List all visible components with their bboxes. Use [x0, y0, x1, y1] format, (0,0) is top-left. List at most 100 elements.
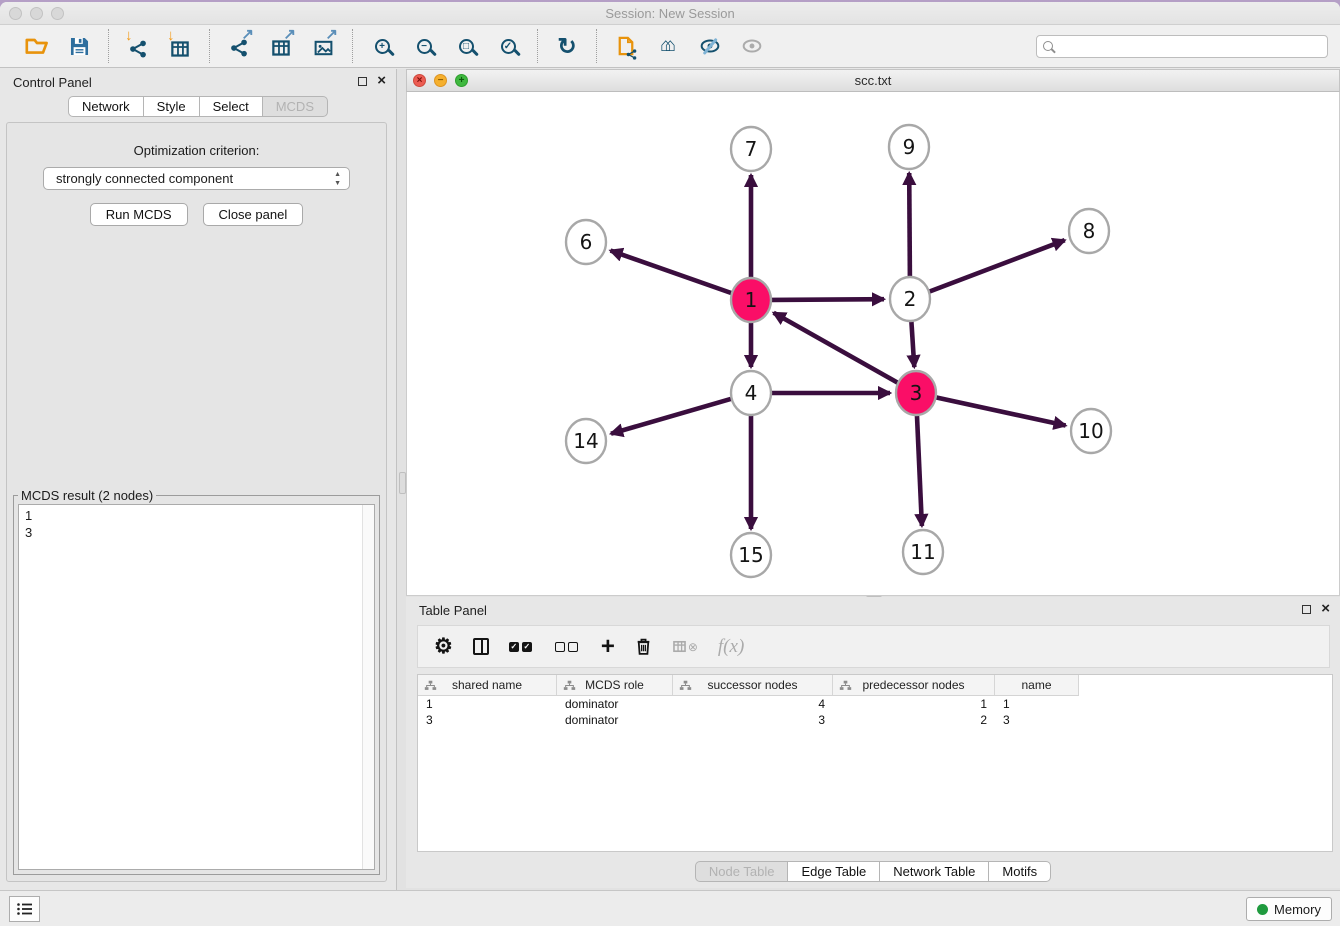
graph-node-14[interactable]: 14 [566, 419, 606, 463]
tab-select[interactable]: Select [200, 96, 263, 117]
table-cell-mcds-role[interactable]: dominator [557, 696, 673, 712]
column-sort-icon [563, 680, 576, 691]
run-mcds-button[interactable]: Run MCDS [90, 203, 188, 226]
graph-edge-3-11[interactable] [917, 414, 922, 526]
network-canvas[interactable]: 7 9 6 8 1 2 4 3 14 10 15 11 [406, 92, 1340, 596]
table-row[interactable]: 1dominator411 [418, 696, 1079, 712]
close-panel-button[interactable]: Close panel [203, 203, 304, 226]
export-image-button[interactable]: ↗ [306, 30, 340, 62]
tab-mcds[interactable]: MCDS [263, 96, 328, 117]
graph-node-9[interactable]: 9 [889, 125, 929, 169]
svg-text:10: 10 [1078, 419, 1103, 443]
svg-text:4: 4 [745, 381, 758, 405]
add-column-button[interactable]: + [601, 637, 615, 657]
graph-node-8[interactable]: 8 [1069, 209, 1109, 253]
list-icon [16, 902, 34, 916]
clone-network-button[interactable] [609, 30, 643, 62]
float-panel-icon[interactable] [1302, 605, 1311, 614]
tab-motifs[interactable]: Motifs [989, 861, 1051, 882]
table-cell-name[interactable]: 3 [995, 712, 1079, 728]
tab-edge-table[interactable]: Edge Table [788, 861, 880, 882]
column-header-mcds-role[interactable]: MCDS role [557, 675, 673, 695]
column-header-shared-name[interactable]: shared name [418, 675, 557, 695]
panel-divider-handle[interactable] [399, 472, 406, 494]
search-input[interactable] [1053, 36, 1321, 57]
task-history-button[interactable] [9, 896, 40, 922]
graph-node-15[interactable]: 15 [731, 533, 771, 577]
close-panel-icon[interactable]: × [1321, 603, 1330, 615]
network-window-title: scc.txt [407, 70, 1339, 92]
zoom-out-button[interactable]: − [407, 30, 441, 62]
show-column-panel-button[interactable] [473, 638, 489, 655]
import-network-button[interactable]: ↓ [121, 30, 155, 62]
graph-edge-2-9[interactable] [909, 173, 910, 278]
graph-node-7[interactable]: 7 [731, 127, 771, 171]
graph-node-1[interactable]: 1 [731, 278, 771, 322]
graph-node-2[interactable]: 2 [890, 277, 930, 321]
mcds-result-item[interactable]: 1 [25, 507, 368, 524]
column-header-name[interactable]: name [995, 675, 1079, 695]
deselect-all-columns-button[interactable] [555, 642, 581, 652]
graph-node-11[interactable]: 11 [903, 530, 943, 574]
table-cell-mcds-role[interactable]: dominator [557, 712, 673, 728]
chevron-updown-icon: ▲▼ [334, 170, 341, 188]
eye-disabled-button [735, 30, 769, 62]
mcds-result-item[interactable]: 3 [25, 524, 368, 541]
home-button[interactable]: ⌂⌂ [651, 30, 685, 62]
zoom-selected-button[interactable]: ✓ [491, 30, 525, 62]
optimization-criterion-label: Optimization criterion: [7, 143, 386, 158]
table-cell-shared-name[interactable]: 3 [418, 712, 557, 728]
graph-edge-1-2[interactable] [772, 299, 884, 300]
graph-edge-1-6[interactable] [611, 251, 732, 293]
tab-node-table[interactable]: Node Table [695, 861, 789, 882]
table-cell-predecessor-nodes[interactable]: 2 [833, 712, 995, 728]
scrollbar[interactable] [362, 505, 374, 869]
tab-style[interactable]: Style [144, 96, 200, 117]
graph-node-3[interactable]: 3 [896, 371, 936, 415]
export-table-button[interactable]: ↗ [264, 30, 298, 62]
float-panel-icon[interactable] [358, 77, 367, 86]
function-builder-button-disabled: f(x) [718, 636, 744, 658]
table-cell-successor-nodes[interactable]: 4 [673, 696, 833, 712]
memory-button[interactable]: Memory [1246, 897, 1332, 921]
graph-node-10[interactable]: 10 [1071, 409, 1111, 453]
graph-node-4[interactable]: 4 [731, 371, 771, 415]
mcds-result-list[interactable]: 13 [18, 504, 375, 870]
network-graph: 7 9 6 8 1 2 4 3 14 10 15 11 [407, 92, 1339, 595]
table-row[interactable]: 3dominator323 [418, 712, 1079, 728]
tab-network[interactable]: Network [68, 96, 144, 117]
graph-node-6[interactable]: 6 [566, 220, 606, 264]
import-arrow-icon: ↓ [125, 28, 133, 43]
graph-edge-3-10[interactable] [937, 398, 1066, 426]
graph-edge-4-14[interactable] [611, 399, 731, 434]
table-cell-name[interactable]: 1 [995, 696, 1079, 712]
export-network-button[interactable]: ↗ [222, 30, 256, 62]
svg-text:1: 1 [745, 288, 758, 312]
graph-edge-3-1[interactable] [774, 313, 898, 383]
save-session-button[interactable] [62, 30, 96, 62]
optimization-criterion-select[interactable]: strongly connected component ▲▼ [43, 167, 350, 190]
column-header-successor-nodes[interactable]: successor nodes [673, 675, 833, 695]
table-header-row: shared nameMCDS rolesuccessor nodesprede… [418, 675, 1079, 696]
open-file-button[interactable] [20, 30, 54, 62]
table-toolbar: ⚙ ✓ ✓ + ⊗ f(x) [417, 625, 1330, 668]
hide-panel-button[interactable] [693, 30, 727, 62]
zoom-fit-button[interactable]: □ [449, 30, 483, 62]
table-cell-shared-name[interactable]: 1 [418, 696, 557, 712]
import-table-button[interactable]: ↓ [163, 30, 197, 62]
graph-edge-2-8[interactable] [930, 240, 1065, 291]
close-panel-icon[interactable]: × [377, 75, 386, 87]
table-cell-predecessor-nodes[interactable]: 1 [833, 696, 995, 712]
column-header-predecessor-nodes[interactable]: predecessor nodes [833, 675, 995, 695]
delete-column-button[interactable] [635, 637, 652, 656]
table-cell-successor-nodes[interactable]: 3 [673, 712, 833, 728]
column-sort-icon [839, 680, 852, 691]
graph-edge-2-3[interactable] [911, 320, 914, 367]
refresh-button[interactable]: ↻ [550, 30, 584, 62]
select-all-columns-button[interactable]: ✓ ✓ [509, 642, 535, 652]
table-settings-button[interactable]: ⚙ [434, 637, 453, 657]
tab-network-table[interactable]: Network Table [880, 861, 989, 882]
refresh-icon: ↻ [557, 33, 576, 60]
main-toolbar: ↓ ↓ ↗ ↗ ↗ + − □ [0, 25, 1340, 68]
zoom-in-button[interactable]: + [365, 30, 399, 62]
